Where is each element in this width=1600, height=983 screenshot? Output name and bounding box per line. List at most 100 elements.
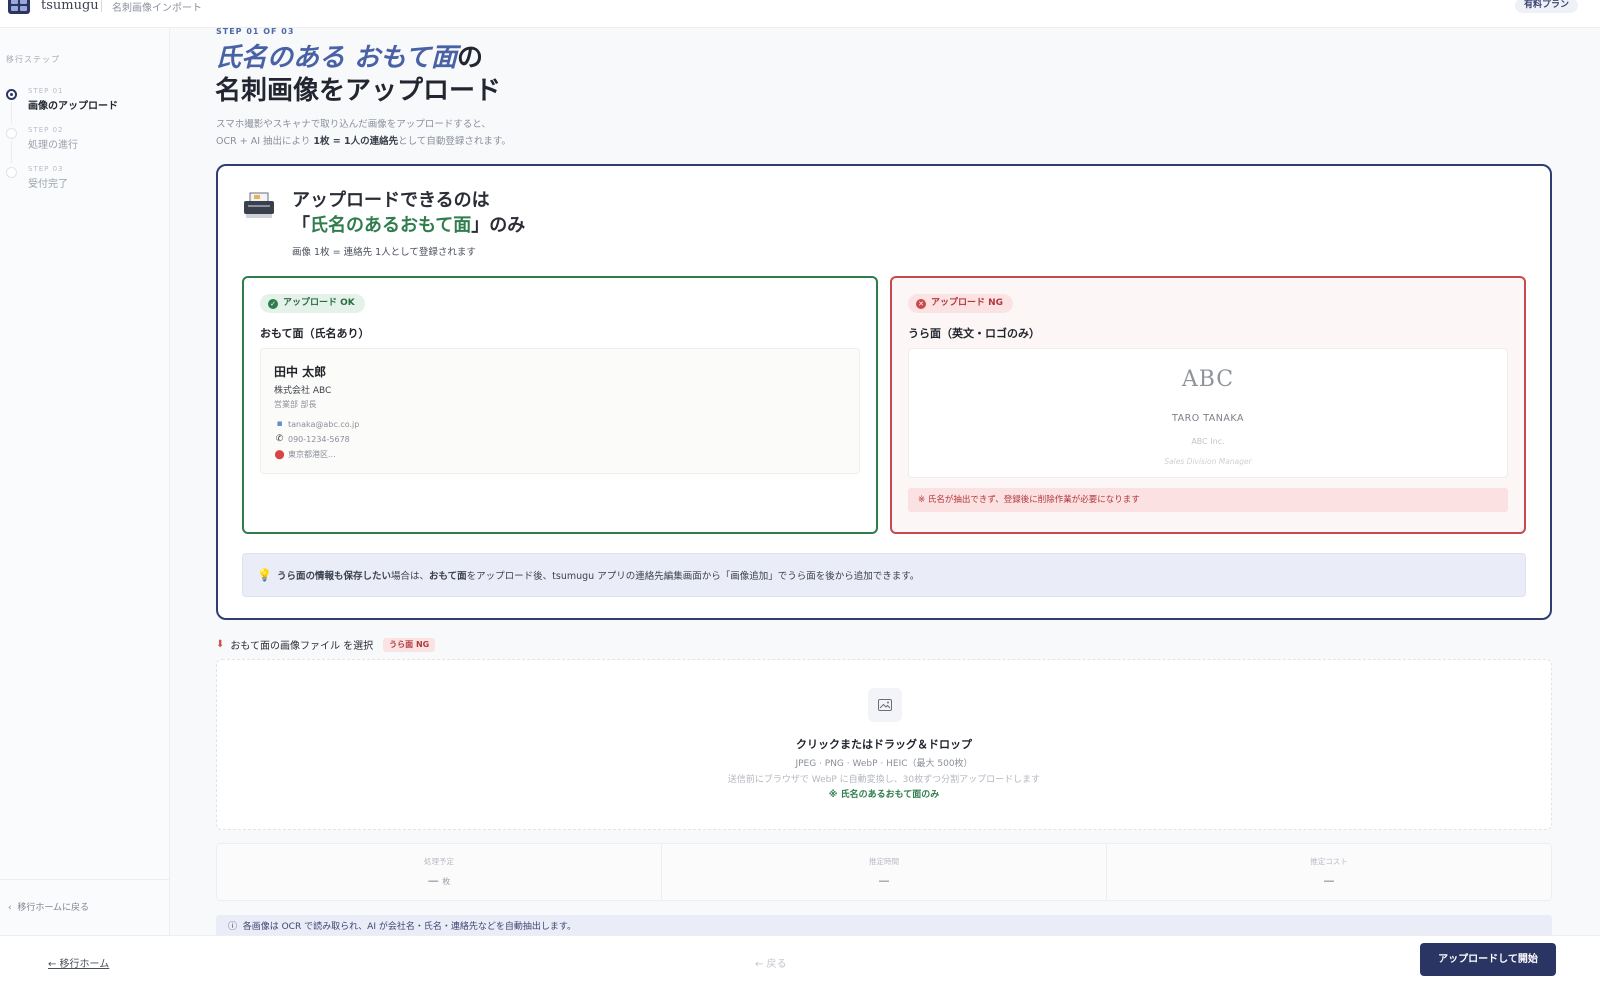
upload-ng-panel: ✕ アップロード NG うら面（英文・ロゴのみ） ABC TARO TANAKA…	[890, 276, 1526, 534]
tip-emphasis-front: おもて面	[429, 571, 467, 582]
step-number: STEP 01	[28, 87, 64, 95]
page-title-line2: 名刺画像をアップロード	[215, 76, 502, 106]
step-name: 受付完了	[28, 179, 68, 190]
card-address-row: ⬤ 東京都港区...	[274, 449, 336, 460]
card-email: tanaka@abc.co.jp	[288, 419, 360, 429]
card-address: 東京都港区...	[288, 450, 336, 459]
tip-text-rest: をアップロード後、tsumugu アプリの連絡先編集画面から「画像追加」でうら面…	[466, 571, 920, 582]
upload-and-start-button[interactable]: アップロードして開始	[1420, 943, 1556, 976]
card-english-company: ABC Inc.	[1191, 437, 1225, 446]
stat-planned-count: 処理予定 — 枚	[217, 844, 662, 900]
notice-title-close: 」のみ	[471, 215, 526, 236]
card-company: 株式会社 ABC	[274, 386, 332, 396]
upload-tray-icon: ⬇	[216, 639, 225, 650]
chevron-left-icon: ‹	[8, 903, 18, 913]
sidebar: 移行ステップ STEP 01 画像のアップロード STEP 02 処理の進行 S…	[0, 28, 170, 935]
file-select-label: ⬇ おもて面の画像ファイル を選択 うら面 NG	[216, 637, 436, 652]
step-pending-icon	[6, 128, 17, 139]
scanner-icon	[244, 192, 274, 218]
stat-number: —	[427, 874, 439, 887]
ng-panel-heading: うら面（英文・ロゴのみ）	[908, 327, 1040, 340]
upload-ok-badge: ✓ アップロード OK	[260, 294, 365, 313]
back-to-migration-home-link[interactable]: ‹ 移行ホームに戻る	[8, 900, 89, 913]
page-title-accent: 氏名のある おもて面	[215, 43, 458, 73]
step-number: STEP 02	[28, 126, 64, 134]
stat-label: 推定コスト	[1310, 857, 1348, 866]
stat-value: — 枚	[217, 874, 661, 887]
card-email-row: ▪ tanaka@abc.co.jp	[274, 419, 359, 429]
migration-home-link[interactable]: ← 移行ホーム	[48, 955, 109, 970]
card-logo-text: ABC	[1181, 367, 1235, 392]
lightbulb-icon: 💡	[257, 568, 272, 582]
ok-panel-heading: おもて面（氏名あり）	[260, 327, 370, 340]
page-description: スマホ撮影やスキャナで取り込んだ画像をアップロードすると、 OCR + AI 抽…	[216, 116, 511, 150]
card-phone-row: ✆ 090-1234-5678	[274, 434, 350, 444]
step-connector	[11, 102, 12, 124]
stat-estimated-time: 推定時間 —	[662, 844, 1107, 900]
stat-label: 推定時間	[869, 857, 899, 866]
top-bar: tsumugu 名刺画像インポート 有料プラン	[0, 0, 1600, 28]
tip-text: うら面の情報も保存したい場合は、おもて面をアップロード後、tsumugu アプリ…	[277, 568, 919, 582]
stat-estimated-cost: 推定コスト —	[1107, 844, 1551, 900]
notice-title-open: 「	[292, 215, 310, 236]
tip-text-part: 場合は、	[391, 571, 430, 582]
step-number: STEP 03	[28, 165, 64, 173]
brand-name[interactable]: tsumugu	[41, 0, 99, 13]
file-dropzone[interactable]: クリックまたはドラッグ＆ドロップ JPEG · PNG · WebP · HEI…	[216, 659, 1552, 830]
x-circle-icon: ✕	[916, 298, 926, 309]
card-role: 営業部 部長	[274, 400, 317, 409]
notice-title-accent: 氏名のあるおもて面	[310, 215, 472, 236]
sidebar-step-processing[interactable]: STEP 02 処理の進行	[6, 124, 166, 163]
notice-title: アップロードできるのは 「氏名のあるおもて面」のみ	[292, 188, 525, 238]
sidebar-step-complete[interactable]: STEP 03 受付完了	[6, 163, 166, 197]
dropzone-front-only: ※ 氏名のあるおもて面のみ	[828, 790, 940, 800]
tip-emphasis: うら面の情報も保存したい	[277, 571, 392, 582]
card-english-name: TARO TANAKA	[1172, 413, 1244, 424]
sidebar-divider	[0, 879, 170, 880]
breadcrumb-divider	[101, 0, 102, 12]
footer-nav: ← 移行ホーム ← 戻る アップロードして開始	[0, 935, 1600, 983]
badge-label: アップロード OK	[283, 298, 355, 308]
file-select-text: おもて面の画像ファイル を選択	[230, 641, 374, 652]
upload-ok-panel: ✓ アップロード OK おもて面（氏名あり） 田中 太郎 株式会社 ABC 営業…	[242, 276, 878, 534]
description-line2: OCR + AI 抽出により	[216, 136, 314, 147]
phone-icon: ✆	[275, 434, 284, 444]
check-circle-icon: ✓	[268, 298, 278, 309]
dropzone-title: クリックまたはドラッグ＆ドロップ	[796, 738, 972, 751]
breadcrumb: 名刺画像インポート	[112, 3, 202, 14]
back-side-ng-tag: うら面 NG	[383, 637, 436, 652]
card-name: 田中 太郎	[274, 365, 327, 379]
card-phone: 090-1234-5678	[288, 434, 350, 444]
image-icon	[868, 688, 902, 722]
info-text: 各画像は OCR で読み取られ、AI が会社名・氏名・連絡先などを自動抽出します…	[242, 922, 576, 932]
back-side-tip: 💡 うら面の情報も保存したい場合は、おもて面をアップロード後、tsumugu ア…	[242, 553, 1526, 597]
back-button[interactable]: ← 戻る	[755, 955, 787, 970]
ng-warning: ※ 氏名が抽出できず、登録後に削除作業が必要になります	[908, 488, 1508, 512]
dropzone-note: 送信前にブラウザで WebP に自動変換し、30枚ずつ分割アップロードします	[727, 775, 1041, 785]
badge-label: アップロード NG	[931, 298, 1004, 308]
card-english-title: Sales Division Manager	[1164, 457, 1252, 466]
step-pending-icon	[6, 167, 17, 178]
stat-unit: 枚	[442, 877, 451, 886]
page-title: 氏名のある おもて面の 名刺画像をアップロード	[215, 42, 501, 108]
step-name: 画像のアップロード	[28, 101, 118, 112]
notice-subtitle: 画像 1枚 = 連絡先 1人として登録されます	[292, 247, 476, 258]
stat-label: 処理予定	[424, 857, 454, 866]
sidebar-step-upload[interactable]: STEP 01 画像のアップロード	[6, 85, 166, 124]
stat-value: —	[878, 874, 890, 887]
page-title-suffix: の	[457, 43, 484, 73]
upload-ng-badge: ✕ アップロード NG	[908, 294, 1014, 313]
estimate-stats: 処理予定 — 枚 推定時間 — 推定コスト —	[216, 843, 1552, 901]
stat-value: —	[1323, 874, 1335, 887]
sidebar-section-label: 移行ステップ	[6, 55, 60, 64]
step-name: 処理の進行	[28, 140, 78, 151]
description-line1: スマホ撮影やスキャナで取り込んだ画像をアップロードすると、	[216, 119, 491, 130]
dropzone-formats: JPEG · PNG · WebP · HEIC（最大 500枚）	[795, 759, 973, 769]
app-logo-icon[interactable]	[8, 0, 30, 14]
step-connector	[11, 141, 12, 163]
description-line2-end: として自動登録されます。	[398, 136, 511, 147]
pin-icon: ⬤	[274, 449, 285, 460]
description-emphasis: 1枚 = 1人の連絡先	[313, 136, 399, 147]
plan-badge: 有料プラン	[1514, 0, 1578, 13]
sample-front-card: 田中 太郎 株式会社 ABC 営業部 部長 ▪ tanaka@abc.co.jp …	[260, 348, 860, 474]
